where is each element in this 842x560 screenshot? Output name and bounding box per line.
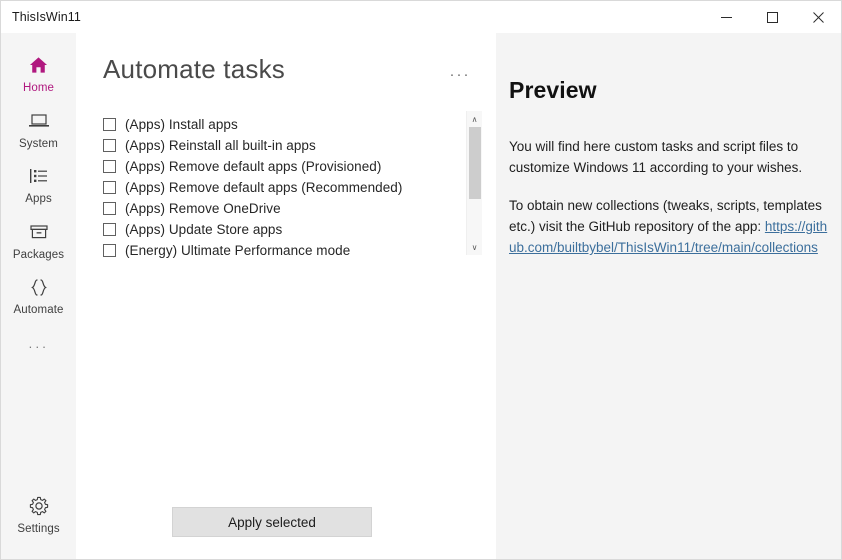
main-panel: Automate tasks ··· (Apps) Install apps (… xyxy=(76,33,496,559)
task-checkbox[interactable] xyxy=(103,118,116,131)
app-window: ThisIsWin11 xyxy=(0,0,842,560)
task-label: (Apps) Remove default apps (Provisioned) xyxy=(125,159,381,174)
list-item[interactable]: (Apps) Remove default apps (Recommended) xyxy=(103,177,466,198)
task-checkbox[interactable] xyxy=(103,160,116,173)
task-list-region: (Apps) Install apps (Apps) Reinstall all… xyxy=(76,111,496,507)
sidebar-item-system[interactable]: System xyxy=(1,103,76,159)
preview-panel: Preview You will find here custom tasks … xyxy=(496,33,841,559)
preview-title: Preview xyxy=(509,77,833,104)
title-bar: ThisIsWin11 xyxy=(1,1,841,33)
preview-paragraph-1: You will find here custom tasks and scri… xyxy=(509,136,833,178)
sidebar-more-button[interactable]: ··· xyxy=(1,325,76,366)
task-checkbox[interactable] xyxy=(103,139,116,152)
close-button[interactable] xyxy=(795,1,841,33)
task-list: (Apps) Install apps (Apps) Reinstall all… xyxy=(103,111,466,261)
home-icon xyxy=(29,54,48,76)
sidebar-item-label: Packages xyxy=(13,250,64,262)
minimize-icon xyxy=(721,12,732,23)
task-label: (Apps) Update Store apps xyxy=(125,222,282,237)
task-label: (Apps) Remove OneDrive xyxy=(125,201,281,216)
list-item[interactable]: (Energy) Ultimate Performance mode xyxy=(103,240,466,261)
sidebar-item-label: System xyxy=(19,139,58,151)
task-label: (Apps) Reinstall all built-in apps xyxy=(125,138,316,153)
list-item[interactable]: (Apps) Reinstall all built-in apps xyxy=(103,135,466,156)
page-title: Automate tasks xyxy=(103,55,285,85)
task-checkbox[interactable] xyxy=(103,181,116,194)
maximize-button[interactable] xyxy=(749,1,795,33)
task-list-scrollbar[interactable]: ∧ ∨ xyxy=(466,111,482,255)
laptop-icon xyxy=(28,110,50,132)
list-item[interactable]: (Apps) Remove default apps (Provisioned) xyxy=(103,156,466,177)
window-controls xyxy=(703,1,841,33)
sidebar-item-label: Home xyxy=(23,83,54,95)
sidebar-item-packages[interactable]: Packages xyxy=(1,214,76,270)
gear-icon xyxy=(29,495,49,517)
sidebar: Home System xyxy=(1,33,76,559)
scroll-up-icon[interactable]: ∧ xyxy=(467,111,483,127)
sidebar-item-settings[interactable]: Settings xyxy=(1,488,76,544)
list-item[interactable]: (Apps) Install apps xyxy=(103,114,466,135)
braces-icon xyxy=(29,276,49,298)
list-icon xyxy=(29,165,49,187)
sidebar-item-home[interactable]: Home xyxy=(1,47,76,103)
sidebar-item-apps[interactable]: Apps xyxy=(1,158,76,214)
sidebar-footer: Settings xyxy=(1,488,76,560)
task-checkbox[interactable] xyxy=(103,202,116,215)
task-checkbox[interactable] xyxy=(103,244,116,257)
task-label: (Apps) Remove default apps (Recommended) xyxy=(125,180,402,195)
task-label: (Apps) Install apps xyxy=(125,117,238,132)
sidebar-item-automate[interactable]: Automate xyxy=(1,269,76,325)
task-checkbox[interactable] xyxy=(103,223,116,236)
task-label: (Energy) Ultimate Performance mode xyxy=(125,243,350,258)
close-icon xyxy=(813,12,824,23)
list-item[interactable]: (Apps) Remove OneDrive xyxy=(103,198,466,219)
sidebar-item-label: Automate xyxy=(13,305,63,317)
window-body: Home System xyxy=(1,33,841,559)
maximize-icon xyxy=(767,12,778,23)
preview-body: You will find here custom tasks and scri… xyxy=(509,136,833,258)
minimize-button[interactable] xyxy=(703,1,749,33)
sidebar-item-label: Settings xyxy=(17,524,59,536)
list-item[interactable]: (Apps) Update Store apps xyxy=(103,219,466,240)
apply-selected-button[interactable]: Apply selected xyxy=(172,507,372,537)
preview-paragraph-2: To obtain new collections (tweaks, scrip… xyxy=(509,195,833,258)
sidebar-item-label: Apps xyxy=(25,194,52,206)
main-header: Automate tasks ··· xyxy=(76,33,496,85)
scrollbar-thumb[interactable] xyxy=(469,127,481,199)
apply-button-region: Apply selected xyxy=(76,507,496,559)
app-title: ThisIsWin11 xyxy=(1,10,81,24)
scrollbar-track[interactable] xyxy=(467,127,483,239)
overflow-menu-button[interactable]: ··· xyxy=(446,63,474,85)
package-icon xyxy=(29,221,49,243)
scroll-down-icon[interactable]: ∨ xyxy=(467,239,483,255)
